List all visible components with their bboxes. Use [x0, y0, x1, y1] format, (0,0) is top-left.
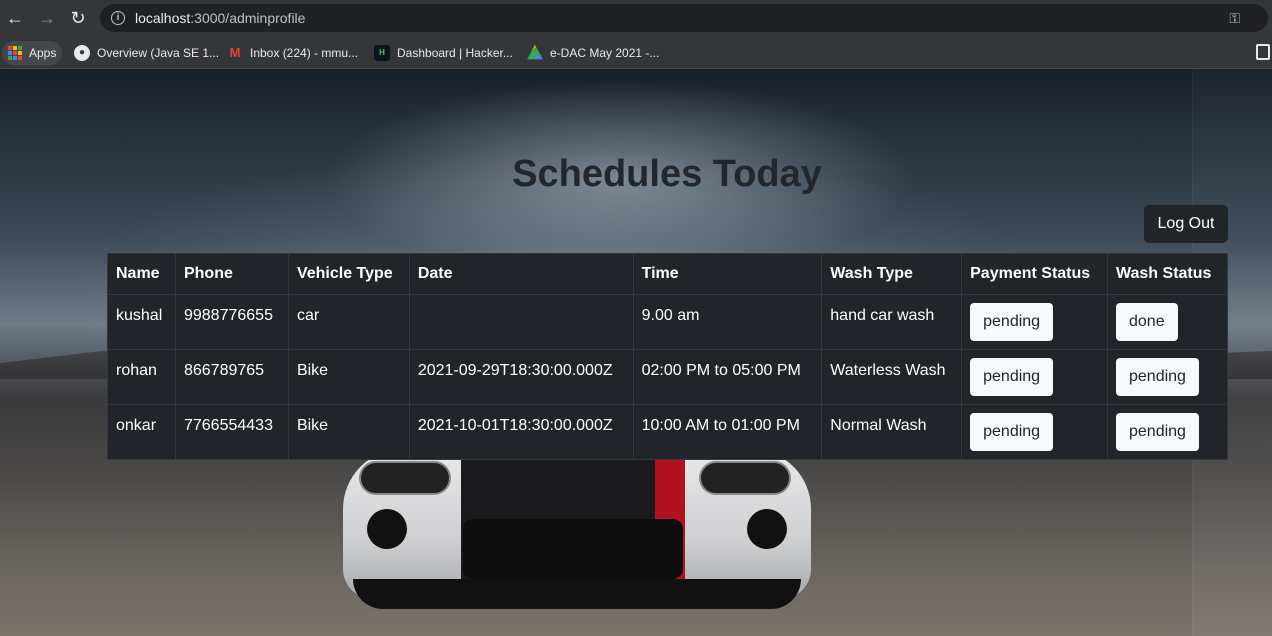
- cell-date: [408, 294, 634, 350]
- info-icon[interactable]: i: [111, 11, 125, 25]
- back-arrow-icon[interactable]: ←: [3, 6, 27, 30]
- column-header: Payment Status: [961, 253, 1108, 295]
- table-row: kushal 9988776655 car 9.00 am hand car w…: [107, 294, 1228, 350]
- url-text[interactable]: localhost:3000/adminprofile: [135, 10, 305, 26]
- column-header: Wash Type: [821, 253, 963, 295]
- column-header: Time: [632, 253, 823, 295]
- table-row: rohan 866789765 Bike 2021-09-29T18:30:00…: [107, 349, 1228, 405]
- wash-status-button[interactable]: pending: [1116, 358, 1199, 396]
- reading-list-icon[interactable]: [1256, 44, 1270, 60]
- payment-status-button[interactable]: pending: [970, 413, 1054, 451]
- cell-time: 10:00 AM to 01:00 PM: [632, 404, 823, 460]
- apps-grid-icon: [8, 46, 22, 60]
- wash-status-button[interactable]: pending: [1116, 413, 1199, 451]
- table-row: onkar 7766554433 Bike 2021-10-01T18:30:0…: [107, 404, 1228, 460]
- cell-vehicle: car: [287, 294, 410, 350]
- payment-status-button[interactable]: pending: [970, 358, 1054, 396]
- key-icon[interactable]: ⚿: [1229, 10, 1240, 27]
- reload-icon[interactable]: ↻: [66, 6, 90, 30]
- bookmark-inbox[interactable]: M Inbox (224) - mmu...: [227, 41, 358, 65]
- browser-chrome: ← → ↻ i localhost:3000/adminprofile ⚿ Ap…: [0, 0, 1272, 69]
- bookmarks-bar: Apps ● Overview (Java SE 1... M Inbox (2…: [0, 36, 1272, 69]
- cell-phone: 866789765: [174, 349, 289, 405]
- cell-wash-type: Normal Wash: [821, 404, 963, 460]
- cell-phone: 7766554433: [174, 404, 289, 460]
- table-header-row: Name Phone Vehicle Type Date Time Wash T…: [107, 253, 1228, 295]
- cell-payment-status: pending: [961, 294, 1108, 350]
- column-header: Name: [107, 253, 176, 295]
- cell-date: 2021-10-01T18:30:00.000Z: [408, 404, 634, 460]
- address-bar[interactable]: i localhost:3000/adminprofile ⚿: [100, 4, 1268, 32]
- cell-payment-status: pending: [961, 349, 1108, 405]
- hackerrank-icon: H: [374, 45, 390, 61]
- wash-status-button[interactable]: done: [1116, 303, 1178, 341]
- cell-wash-type: hand car wash: [821, 294, 963, 350]
- schedules-table: Name Phone Vehicle Type Date Time Wash T…: [107, 253, 1228, 460]
- cell-wash-status: pending: [1107, 404, 1228, 460]
- car-image: [343, 449, 811, 619]
- cell-date: 2021-09-29T18:30:00.000Z: [408, 349, 634, 405]
- column-header: Vehicle Type: [287, 253, 410, 295]
- logout-button[interactable]: Log Out: [1144, 205, 1228, 243]
- bookmark-overview-java[interactable]: ● Overview (Java SE 1...: [74, 41, 219, 65]
- bookmark-dashboard-hacker[interactable]: H Dashboard | Hacker...: [374, 41, 513, 65]
- payment-status-button[interactable]: pending: [970, 303, 1054, 341]
- drive-icon: [527, 45, 543, 60]
- cell-name: rohan: [107, 349, 176, 405]
- column-header: Wash Status: [1107, 253, 1228, 295]
- page-content: Schedules Today Log Out Name Phone Vehic…: [0, 69, 1272, 636]
- bookmark-apps[interactable]: Apps: [2, 41, 63, 65]
- page-title: Schedules Today: [512, 153, 822, 195]
- bookmark-edac[interactable]: e-DAC May 2021 -...: [527, 41, 659, 65]
- cell-wash-type: Waterless Wash: [821, 349, 963, 405]
- cell-wash-status: pending: [1107, 349, 1228, 405]
- cell-phone: 9988776655: [174, 294, 289, 350]
- cell-name: onkar: [107, 404, 176, 460]
- cell-time: 9.00 am: [632, 294, 823, 350]
- cell-payment-status: pending: [961, 404, 1108, 460]
- cell-wash-status: done: [1107, 294, 1228, 350]
- column-header: Date: [408, 253, 634, 295]
- forward-arrow-icon[interactable]: →: [35, 6, 59, 30]
- browser-toolbar: ← → ↻ i localhost:3000/adminprofile ⚿: [0, 0, 1272, 36]
- cell-vehicle: Bike: [287, 349, 410, 405]
- cell-name: kushal: [107, 294, 176, 350]
- column-header: Phone: [174, 253, 289, 295]
- cell-vehicle: Bike: [287, 404, 410, 460]
- cell-time: 02:00 PM to 05:00 PM: [632, 349, 823, 405]
- globe-icon: ●: [74, 45, 90, 61]
- gmail-icon: M: [229, 45, 241, 60]
